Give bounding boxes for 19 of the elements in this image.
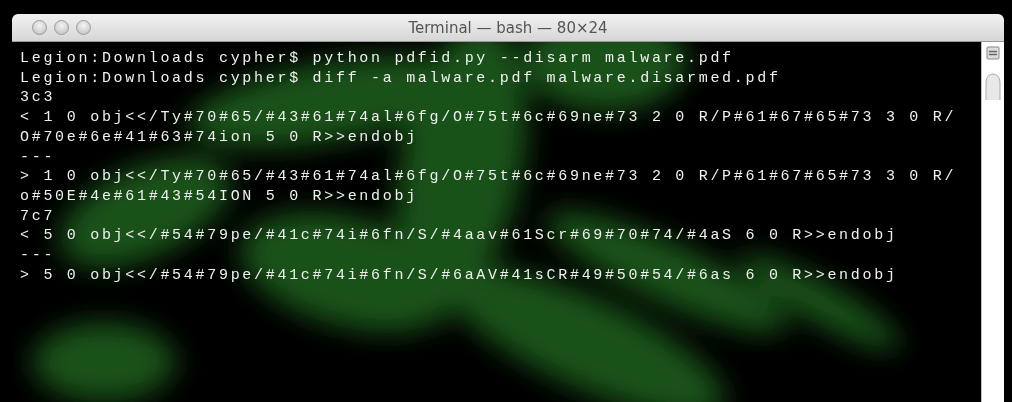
scrollbar-thumb[interactable] xyxy=(984,70,1002,100)
close-button[interactable] xyxy=(32,20,47,35)
terminal-line: --- xyxy=(20,246,56,266)
terminal-line: o#50E#4e#61#43#54ION 5 0 R>>endobj xyxy=(20,186,418,207)
terminal-line: 3c3 xyxy=(20,88,56,109)
terminal-line: 7c7 xyxy=(20,206,56,227)
terminal-line: O#70e#6e#41#63#74ion 5 0 R>>endobj xyxy=(20,127,418,148)
terminal-line: Legion:Downloads cypher$ python pdfid.py --disarm malware.pdf xyxy=(20,49,734,69)
zoom-button[interactable] xyxy=(76,20,91,35)
window-title: Terminal — bash — 80×24 xyxy=(408,18,608,37)
terminal-line: --- xyxy=(20,147,56,168)
terminal-line: < 1 0 obj<</Ty#70#65/#43#61#74al#6fg/O#75t#6c#69ne#73 2 0 R/P#61#67#65#73 3 0 R/ xyxy=(20,108,957,128)
split-pane-icon[interactable] xyxy=(986,46,1000,60)
terminal-line: > 1 0 obj<</Ty#70#65/#43#61#74al#6fg/O#75t#6c#69ne#73 2 0 R/P#61#67#65#73 3 0 R/ xyxy=(20,167,957,187)
terminal-line: < 5 0 obj<</#54#79pe/#41c#74i#6fn/S/#4aav#61Scr#69#70#74/#4aS 6 0 R>>endobj xyxy=(20,226,898,247)
terminal-line: > 5 0 obj<</#54#79pe/#41c#74i#6fn/S/#6aAV#41sCR#49#50#54/#6as 6 0 R>>endobj xyxy=(20,265,898,286)
scrollbar[interactable] xyxy=(981,42,1004,402)
terminal-line: Legion:Downloads cypher$ diff -a malware.pdf malware.disarmed.pdf xyxy=(20,68,781,89)
minimize-button[interactable] xyxy=(54,20,69,35)
